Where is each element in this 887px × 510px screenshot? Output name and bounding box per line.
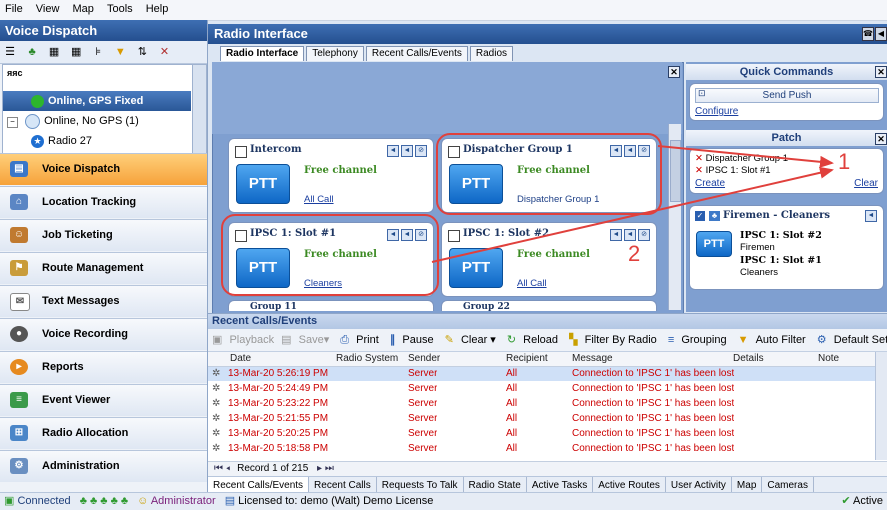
annotation-number-1: 1	[838, 149, 851, 174]
annotation-number-2: 2	[628, 241, 641, 266]
annotation-arrows	[431, 145, 834, 263]
arrow-1	[657, 145, 834, 168]
